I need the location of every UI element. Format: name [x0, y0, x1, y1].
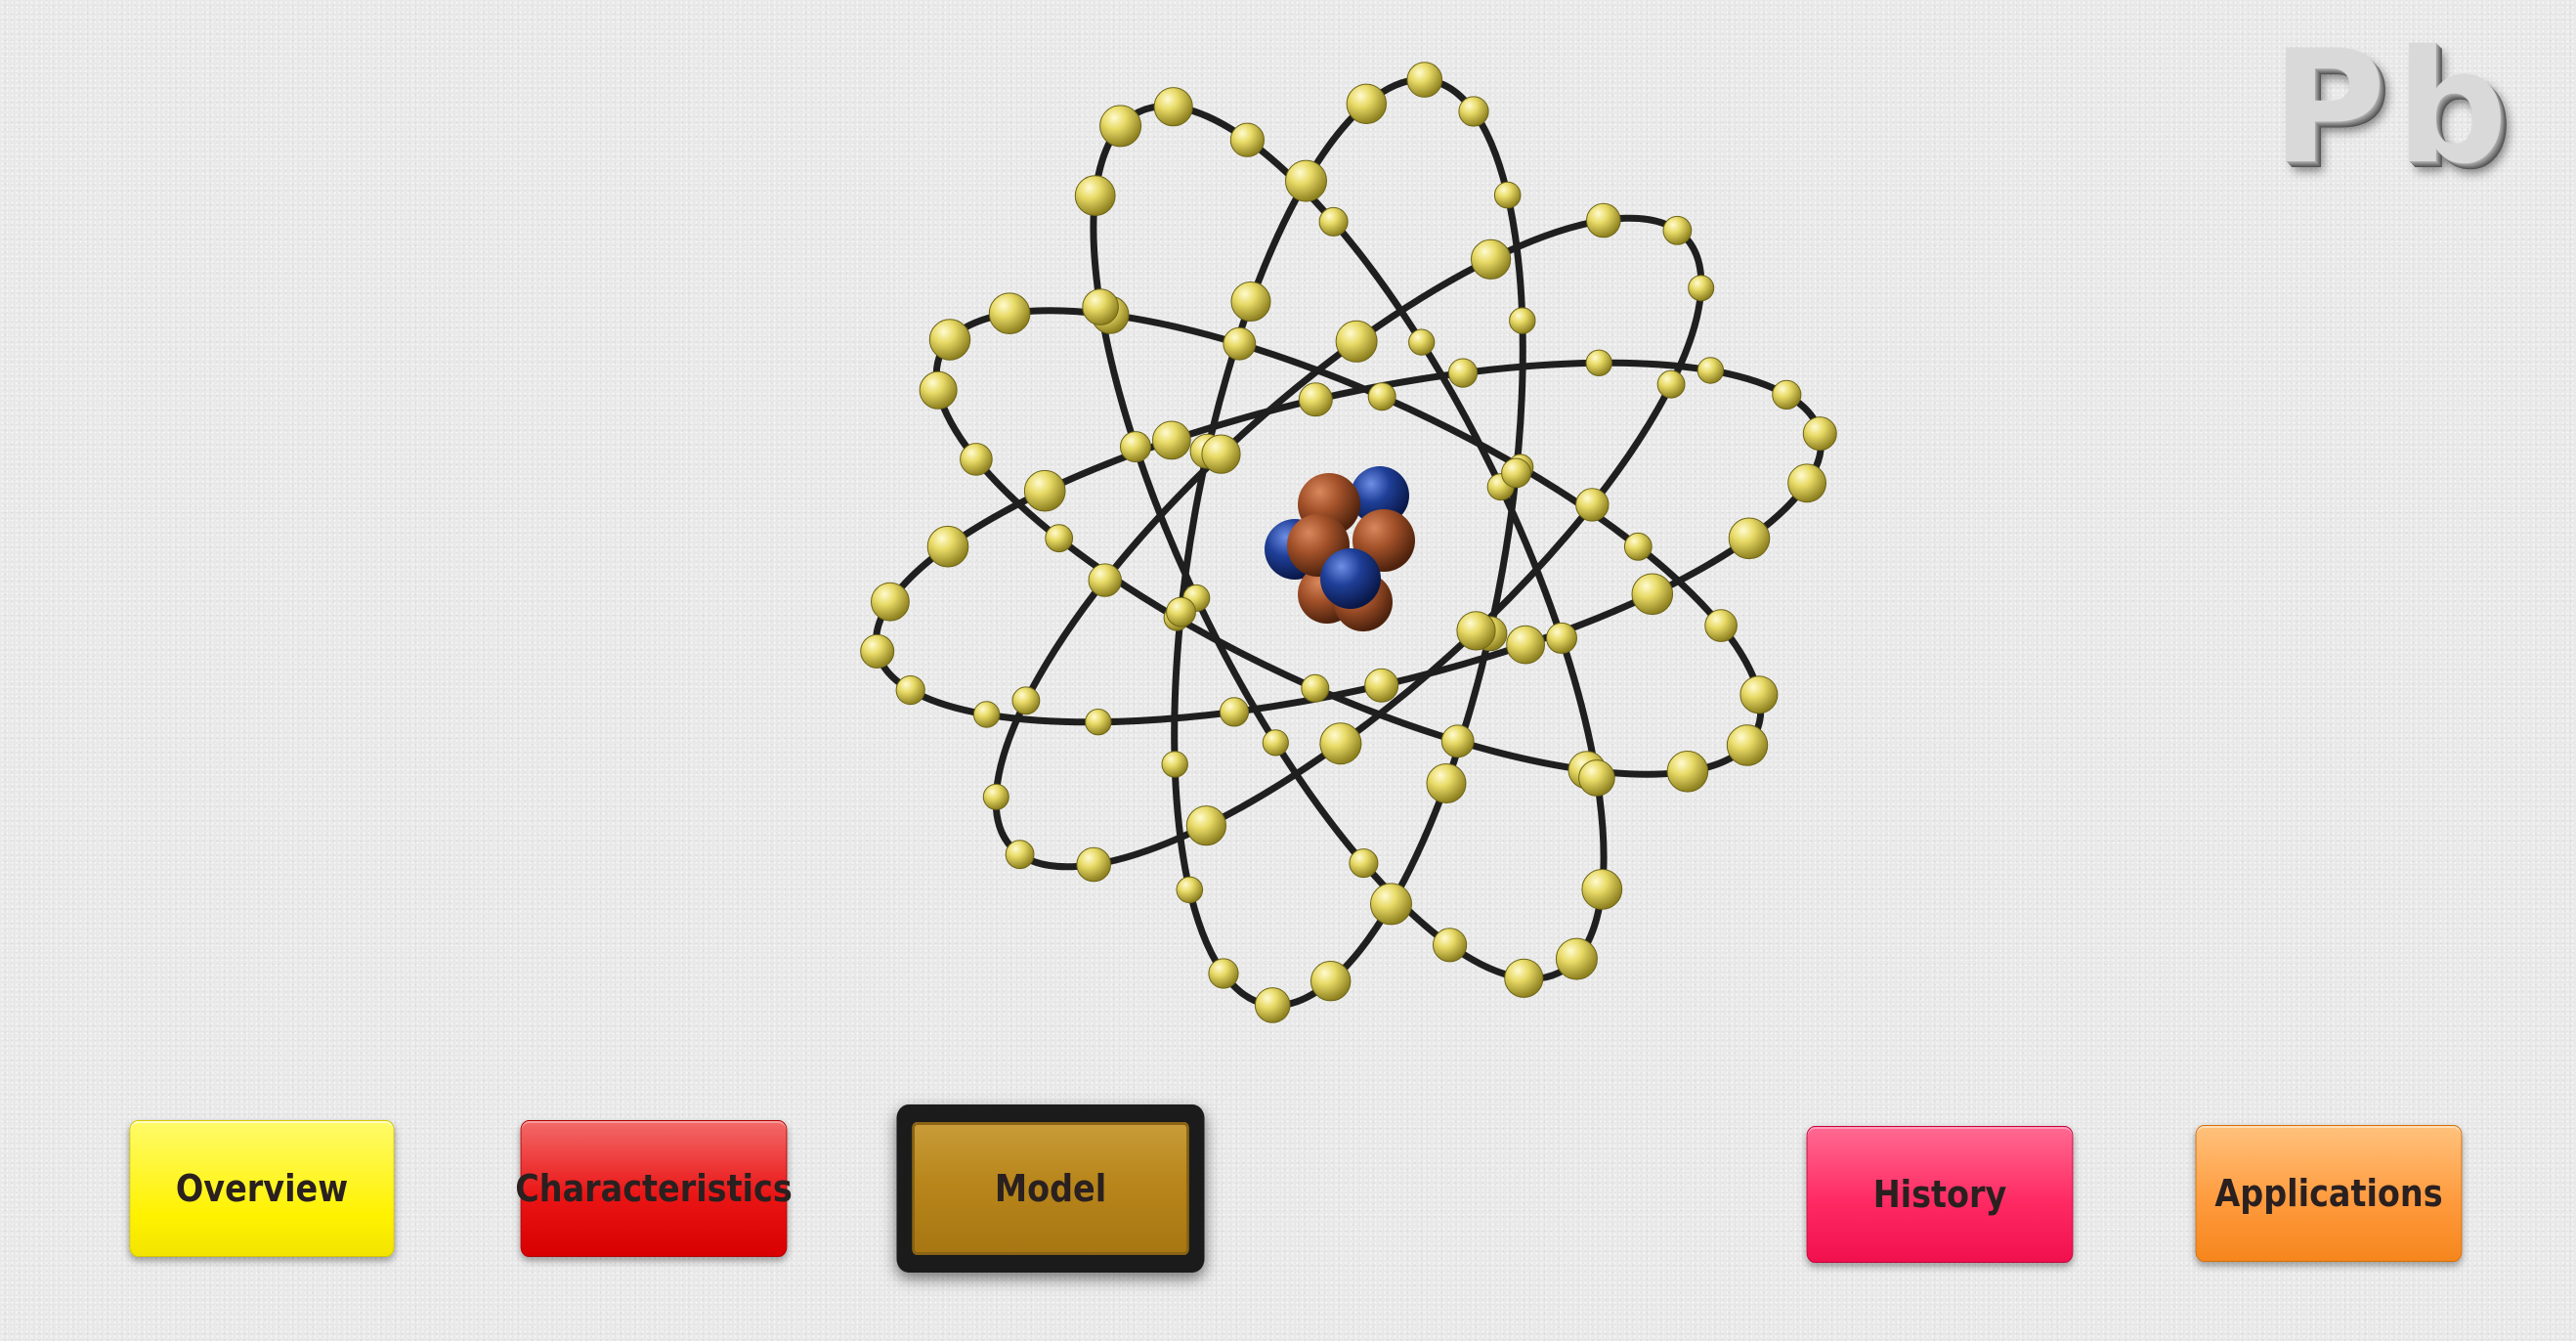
electron: [1688, 275, 1715, 302]
electron: [1099, 105, 1142, 148]
electron: [1335, 320, 1378, 363]
electron: [871, 582, 910, 622]
model-button[interactable]: Model: [896, 1104, 1205, 1273]
electron: [1367, 382, 1396, 411]
electron: [1666, 751, 1709, 793]
electron: [1662, 215, 1693, 245]
electron: [1254, 987, 1291, 1023]
electron: [1726, 724, 1769, 766]
electron: [1704, 609, 1738, 642]
model-button-face: Model: [912, 1122, 1189, 1255]
electron: [1370, 883, 1412, 926]
applications-button[interactable]: Applications: [2195, 1125, 2463, 1262]
overview-button[interactable]: Overview: [129, 1120, 395, 1257]
electron: [1262, 729, 1289, 757]
electron: [988, 292, 1031, 335]
electron: [1201, 434, 1241, 474]
electron: [1787, 463, 1826, 503]
electron: [1161, 751, 1188, 778]
electron: [1285, 159, 1327, 202]
electron: [1471, 238, 1512, 280]
electron: [1555, 937, 1598, 980]
electron: [928, 319, 971, 361]
electron: [1406, 62, 1443, 98]
electron: [1208, 958, 1239, 989]
electron: [1085, 709, 1112, 736]
electron: [1152, 420, 1191, 460]
history-button-label: History: [1872, 1173, 2007, 1216]
electron: [1493, 181, 1522, 209]
electron: [895, 675, 925, 706]
electron: [1076, 846, 1111, 883]
electron: [1088, 563, 1122, 597]
electron: [1219, 697, 1250, 727]
electron: [1166, 596, 1196, 627]
electron: [919, 370, 958, 410]
electron: [926, 525, 969, 568]
electron: [1802, 416, 1837, 452]
electron: [1185, 805, 1227, 846]
electron: [1011, 686, 1041, 715]
overview-button-label: Overview: [175, 1167, 349, 1210]
electron: [1506, 625, 1545, 665]
electron: [960, 443, 993, 476]
electron: [1656, 369, 1686, 399]
electron: [1433, 928, 1468, 963]
electron: [1440, 724, 1475, 758]
electron: [1501, 457, 1531, 489]
nucleus-particle: [1320, 548, 1381, 609]
electron: [1575, 488, 1610, 522]
characteristics-button-label: Characteristics: [515, 1167, 793, 1210]
electron: [1120, 431, 1151, 463]
electron: [1230, 281, 1271, 322]
characteristics-button[interactable]: Characteristics: [515, 1120, 793, 1257]
electron: [1408, 328, 1436, 356]
electron: [1504, 958, 1544, 998]
electron: [1578, 759, 1615, 797]
electron: [1074, 175, 1116, 217]
electron: [1298, 382, 1333, 417]
electron: [1082, 288, 1119, 325]
electron: [1153, 87, 1193, 127]
electron: [1229, 122, 1266, 157]
electron: [1223, 326, 1257, 361]
model-button-label: Model: [994, 1167, 1107, 1210]
electron: [1739, 675, 1779, 714]
electron: [1581, 869, 1623, 910]
electron: [1509, 307, 1536, 334]
electron: [1301, 673, 1330, 703]
electron: [1364, 668, 1399, 703]
electron: [1456, 611, 1496, 651]
electron: [1696, 357, 1725, 384]
electron: [1045, 524, 1074, 553]
electron: [1318, 206, 1349, 237]
electron: [1458, 96, 1489, 127]
history-button[interactable]: History: [1806, 1126, 2074, 1263]
electron: [1447, 358, 1479, 388]
electron: [1005, 840, 1035, 870]
electron: [1586, 202, 1621, 238]
electron: [1319, 722, 1362, 765]
electron: [1426, 763, 1467, 803]
electron: [1346, 83, 1388, 125]
electron: [982, 783, 1009, 810]
electron: [1772, 379, 1802, 410]
electron: [1176, 876, 1204, 904]
electron: [1728, 517, 1771, 560]
electron: [1349, 848, 1379, 879]
nucleus: [1265, 466, 1415, 631]
electron: [1310, 961, 1352, 1002]
electron: [1623, 532, 1653, 561]
electron: [972, 701, 1001, 728]
applications-button-label: Applications: [2214, 1172, 2443, 1215]
electron: [1546, 622, 1577, 654]
electron: [1585, 349, 1612, 376]
electron: [1023, 469, 1066, 512]
electron: [1631, 573, 1674, 616]
electron: [860, 633, 895, 669]
